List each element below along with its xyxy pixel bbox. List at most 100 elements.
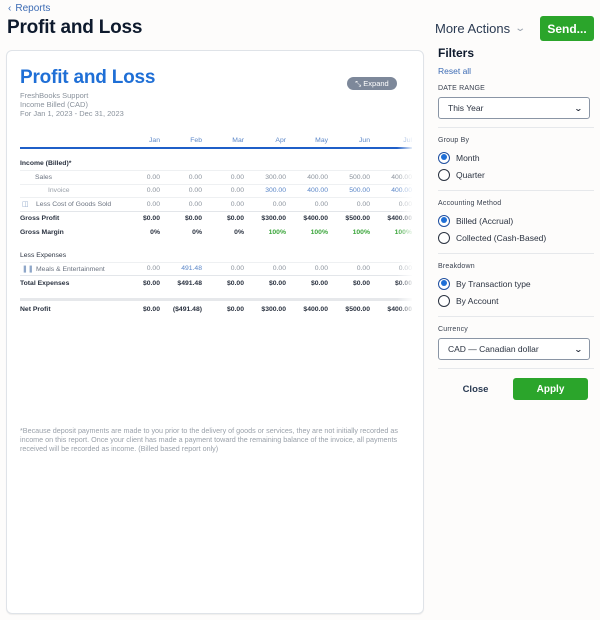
currency-select[interactable]: CAD — Canadian dollar ⌄ — [438, 338, 590, 360]
expenses-section-header: Less Expenses — [20, 249, 412, 263]
reset-all-link[interactable]: Reset all — [438, 66, 594, 76]
send-button[interactable]: Send... — [540, 16, 594, 41]
radio-unselected-icon[interactable] — [438, 231, 450, 244]
table-header-row: Jan Feb Mar Apr May Jun Jul — [20, 134, 412, 148]
cell: $0.00 — [165, 210, 207, 226]
row-label: Invoice — [20, 183, 123, 198]
expand-button[interactable]: ⤡ Expand — [347, 77, 397, 90]
expand-icon: ⤡ — [355, 78, 362, 88]
radio-collected-cash[interactable]: Collected (Cash-Based) — [438, 229, 594, 246]
column-header-label — [20, 134, 123, 148]
row-label: Meals & Entertainment — [36, 265, 105, 273]
cell: 0.00 — [333, 261, 375, 276]
row-label: Gross Margin — [20, 229, 64, 237]
column-header: Feb — [190, 137, 202, 144]
income-section-header: Income (Billed)* — [20, 157, 412, 171]
radio-unselected-icon[interactable] — [438, 168, 450, 181]
apply-button[interactable]: Apply — [513, 378, 588, 400]
currency-label: Currency — [438, 326, 468, 333]
cell: $300.00 — [249, 210, 291, 226]
table-scroll-fade — [397, 131, 423, 326]
date-range-select[interactable]: This Year ⌄ — [438, 97, 590, 119]
row-label: Net Profit — [20, 298, 123, 318]
back-link-label: Reports — [15, 3, 51, 14]
report-company: FreshBooks Support — [20, 91, 89, 100]
row-label: Less Cost of Goods Sold — [36, 201, 112, 209]
cell: 0.00 — [207, 183, 249, 198]
row-label: Sales — [20, 170, 123, 184]
currency-value: CAD — Canadian dollar — [448, 344, 539, 354]
column-header: May — [315, 137, 328, 144]
cell: 100% — [268, 229, 286, 237]
table-row-cogs: ◫ Less Cost of Goods Sold 0.00 0.00 0.00 … — [20, 197, 412, 211]
filters-panel: Filters Reset all DATE RANGE This Year ⌄… — [438, 46, 594, 400]
radio-by-transaction-type[interactable]: By Transaction type — [438, 275, 594, 292]
cell: $0.00 — [207, 275, 249, 291]
cell: 0.00 — [207, 261, 249, 276]
cell: 0.00 — [165, 183, 207, 198]
cell: 0.00 — [333, 197, 375, 211]
cell: $0.00 — [291, 275, 333, 291]
cell: 0.00 — [123, 183, 165, 198]
more-actions-dropdown[interactable]: More Actions ⌄ — [435, 21, 527, 36]
report-meta: FreshBooks Support Income Billed (CAD) F… — [20, 91, 124, 118]
close-button[interactable]: Close — [438, 378, 513, 400]
cell: 0% — [234, 229, 244, 237]
column-header: Apr — [275, 137, 286, 144]
table-row-gross-margin: Gross Margin 0% 0% 0% 100% 100% 100% 100… — [20, 226, 412, 240]
back-to-reports-link[interactable]: ‹ Reports — [8, 3, 50, 14]
cell: 100% — [352, 229, 370, 237]
radio-by-account[interactable]: By Account — [438, 292, 594, 309]
chevron-down-icon: ⌄ — [514, 23, 527, 34]
report-table-scroll[interactable]: Jan Feb Mar Apr May Jun Jul Income (Bill… — [20, 134, 412, 326]
date-range-value: This Year — [448, 103, 484, 113]
accounting-method-label: Accounting Method — [438, 200, 502, 207]
cell: 0% — [192, 229, 202, 237]
report-footnote: *Because deposit payments are made to yo… — [20, 426, 398, 453]
cell: 0.00 — [123, 261, 165, 276]
cell-link[interactable]: 400.00 — [291, 183, 333, 198]
cell: 0.00 — [249, 197, 291, 211]
report-title: Profit and Loss — [20, 67, 156, 88]
radio-group-by-quarter[interactable]: Quarter — [438, 166, 594, 183]
cell: 0.00 — [207, 170, 249, 184]
column-header: Jan — [149, 137, 160, 144]
radio-selected-icon[interactable] — [438, 277, 450, 290]
cell: $491.48 — [165, 275, 207, 291]
table-row-gross-profit: Gross Profit $0.00 $0.00 $0.00 $300.00 $… — [20, 210, 412, 226]
cell: 100% — [310, 229, 328, 237]
breakdown-label: Breakdown — [438, 263, 475, 270]
row-label: Less Expenses — [20, 251, 67, 259]
cell-link[interactable]: 500.00 — [333, 183, 375, 198]
cell: ($491.48) — [165, 298, 207, 318]
column-header: Jun — [359, 137, 370, 144]
cell: $500.00 — [333, 298, 375, 318]
cell: $0.00 — [333, 275, 375, 291]
cell-link[interactable]: 491.48 — [165, 261, 207, 276]
cell: $400.00 — [291, 298, 333, 318]
cell-link[interactable]: 300.00 — [249, 183, 291, 198]
radio-selected-icon[interactable] — [438, 151, 450, 164]
radio-group-by-month[interactable]: Month — [438, 149, 594, 166]
radio-selected-icon[interactable] — [438, 214, 450, 227]
cell: 0.00 — [291, 197, 333, 211]
chevron-down-icon: ⌄ — [574, 103, 584, 113]
table-row-total-expenses: Total Expenses $0.00 $491.48 $0.00 $0.00… — [20, 275, 412, 291]
table-row-net-profit: Net Profit $0.00 ($491.48) $0.00 $300.00… — [20, 298, 412, 318]
radio-unselected-icon[interactable] — [438, 294, 450, 307]
report-basis: Income Billed (CAD) — [20, 100, 88, 109]
cell: $0.00 — [249, 275, 291, 291]
cell: 0.00 — [165, 197, 207, 211]
table-row-sales: Sales 0.00 0.00 0.00 300.00 400.00 500.0… — [20, 170, 412, 184]
more-actions-label: More Actions — [435, 21, 511, 36]
radio-billed-accrual[interactable]: Billed (Accrual) — [438, 212, 594, 229]
filters-title: Filters — [438, 46, 475, 60]
cell: 0.00 — [123, 170, 165, 184]
cell: 300.00 — [249, 170, 291, 184]
cell: 0.00 — [291, 261, 333, 276]
cell: 0.00 — [249, 261, 291, 276]
box-icon: ◫ — [22, 201, 29, 209]
expand-label: Expand — [363, 79, 389, 88]
cell: 0.00 — [207, 197, 249, 211]
utensils-icon: ❚❚ — [22, 265, 34, 273]
